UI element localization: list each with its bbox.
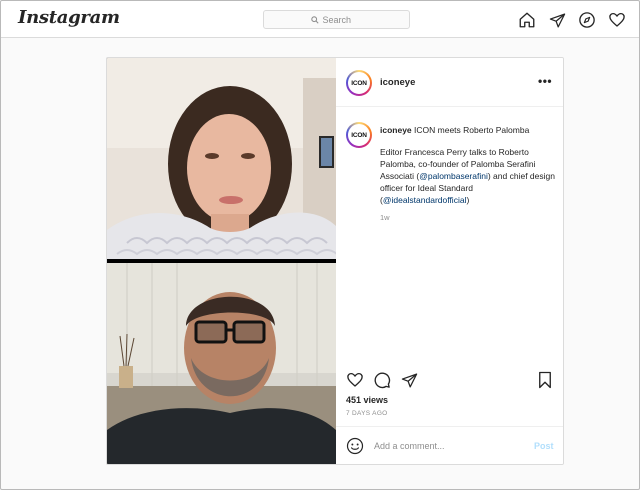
post-sidebar: ICON iconeye ••• ICON iconeye ICON meets… [336, 58, 563, 464]
share-icon[interactable] [399, 370, 419, 390]
post-date: 7 DAYS AGO [346, 410, 388, 417]
direct-message-icon[interactable] [547, 10, 567, 30]
post-video[interactable] [107, 58, 336, 464]
mention-link-palombaserafini[interactable]: @palombaserafini [419, 171, 488, 181]
post-comment-button[interactable]: Post [534, 441, 554, 451]
search-box[interactable] [263, 10, 410, 29]
comment-bubble-icon[interactable] [372, 370, 392, 390]
video-frame-top [107, 58, 336, 259]
activity-heart-icon[interactable] [607, 10, 627, 30]
search-input[interactable] [322, 14, 363, 25]
caption-avatar[interactable]: ICON [346, 122, 372, 148]
search-icon [310, 15, 319, 24]
avatar-logo-text: ICON [351, 79, 367, 87]
explore-icon[interactable] [577, 10, 597, 30]
caption-username[interactable]: iconeye [380, 125, 412, 135]
emoji-icon[interactable] [346, 437, 364, 455]
caption-description: Editor Francesca Perry talks to Roberto … [380, 146, 556, 206]
add-comment-bar: Post [336, 426, 563, 464]
caption-text-after: ) [466, 195, 470, 205]
home-icon[interactable] [517, 10, 537, 30]
video-frame-bottom [107, 263, 336, 464]
save-bookmark-icon[interactable] [535, 370, 555, 390]
author-avatar[interactable]: ICON [346, 70, 372, 96]
caption-age[interactable]: 1w [380, 212, 556, 224]
caption-avatar-logo-text: ICON [351, 131, 367, 139]
comment-input[interactable] [374, 438, 514, 454]
instagram-logo[interactable]: Instagram [18, 7, 120, 28]
post-header: ICON iconeye ••• [336, 58, 563, 107]
top-navigation-bar: Instagram [1, 1, 639, 38]
post-actions [336, 368, 563, 392]
author-username[interactable]: iconeye [380, 77, 415, 88]
caption-title: ICON meets Roberto Palomba [414, 125, 530, 135]
post-card: ICON iconeye ••• ICON iconeye ICON meets… [106, 57, 564, 465]
more-options-icon[interactable]: ••• [538, 74, 552, 88]
like-heart-icon[interactable] [345, 370, 365, 390]
view-count[interactable]: 451 views [346, 395, 388, 405]
mention-link-idealstandardofficial[interactable]: @idealstandardofficial [383, 195, 467, 205]
post-caption: iconeye ICON meets Roberto Palomba Edito… [380, 124, 556, 224]
